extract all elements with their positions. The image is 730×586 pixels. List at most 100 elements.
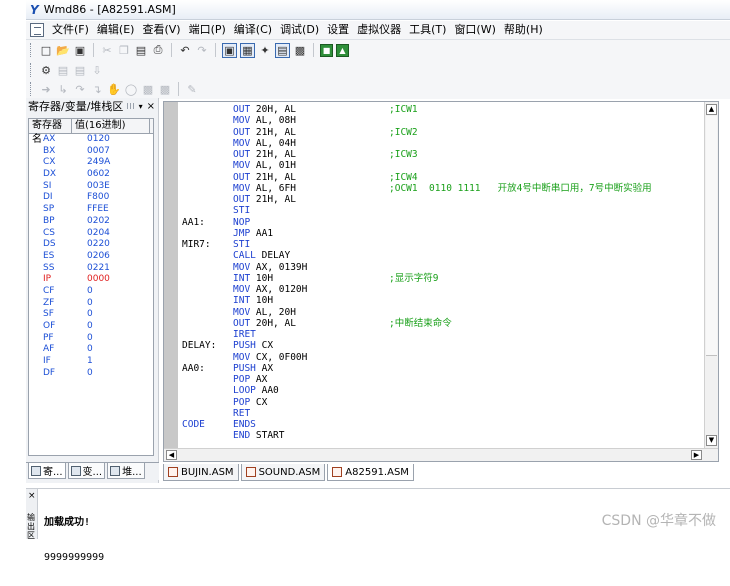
code-line[interactable]: OUT 20H, AL ;ICW1 — [182, 104, 702, 115]
menu-view[interactable]: 查看(V) — [138, 21, 184, 39]
register-value[interactable]: FFEE — [83, 204, 109, 216]
register-row-es[interactable]: ES 0206 — [29, 251, 153, 263]
step-over-icon[interactable]: ↷ — [73, 82, 87, 96]
output-window-icon[interactable]: ▤ — [275, 42, 290, 58]
tab-registers[interactable]: 寄... — [28, 463, 66, 479]
compile-icon[interactable]: ■ — [320, 43, 333, 57]
watch-icon[interactable]: ✎ — [185, 82, 199, 96]
run-icon[interactable]: ▲ — [336, 43, 349, 57]
register-value[interactable]: 0206 — [83, 251, 110, 263]
scroll-right-icon[interactable]: ▶ — [691, 450, 702, 460]
menu-file[interactable]: 文件(F) — [48, 21, 93, 39]
editor-gutter[interactable] — [164, 102, 178, 461]
reset-icon[interactable]: ▩ — [141, 82, 155, 96]
code-line[interactable]: RET — [182, 408, 702, 419]
register-value[interactable]: 249A — [83, 157, 110, 169]
undo-icon[interactable]: ↶ — [178, 43, 192, 57]
column-header-register-name[interactable]: 寄存器名 — [29, 119, 72, 145]
code-line[interactable]: AA0: PUSH AX — [182, 363, 702, 374]
print-icon[interactable]: ⎙ — [151, 43, 165, 57]
panel-drag-grip[interactable] — [127, 103, 135, 109]
menu-debug[interactable]: 调试(D) — [276, 21, 323, 39]
code-line[interactable]: POP AX — [182, 374, 702, 385]
code-line[interactable]: OUT 21H, AL — [182, 194, 702, 205]
build-icon[interactable]: ▤ — [73, 63, 87, 77]
register-value[interactable]: 0 — [83, 309, 93, 321]
file-tab-bujin-asm[interactable]: BUJIN.ASM — [163, 464, 239, 481]
code-line[interactable]: MOV AX, 0139H — [182, 262, 702, 273]
register-value[interactable]: 1 — [83, 356, 93, 368]
register-row-bp[interactable]: BP 0202 — [29, 216, 153, 228]
menu-virtual-instruments[interactable]: 虚拟仪器 — [353, 21, 405, 39]
toolbar-grip[interactable] — [30, 43, 33, 57]
register-row-sp[interactable]: SP FFEE — [29, 204, 153, 216]
register-value[interactable]: 0220 — [83, 239, 110, 251]
register-value[interactable]: 0 — [83, 344, 93, 356]
menu-edit[interactable]: 编辑(E) — [93, 21, 139, 39]
code-line[interactable]: IRET — [182, 329, 702, 340]
code-line[interactable]: CODE ENDS — [182, 419, 702, 430]
register-value[interactable]: 0602 — [83, 169, 110, 181]
menu-window[interactable]: 窗口(W) — [450, 21, 499, 39]
scroll-up-icon[interactable]: ▲ — [706, 104, 717, 115]
register-value[interactable]: 0221 — [83, 263, 110, 275]
code-editor[interactable]: OUT 20H, AL ;ICW1 MOV AL, 08H OUT 21H, AL ;ICW2… — [163, 101, 719, 462]
tab-variables[interactable]: 变... — [67, 463, 106, 479]
memory-window-icon[interactable]: ▩ — [293, 43, 307, 57]
cut-icon[interactable]: ✂ — [100, 43, 114, 57]
registers-icon[interactable]: ✦ — [258, 43, 272, 57]
scroll-left-icon[interactable]: ◀ — [166, 450, 177, 460]
register-row-si[interactable]: SI 003E — [29, 181, 153, 193]
toolbar-grip[interactable] — [30, 82, 33, 96]
vertical-scrollbar[interactable]: ▲ ▼ — [704, 102, 718, 448]
file-tab-sound-asm[interactable]: SOUND.ASM — [240, 464, 326, 481]
code-text[interactable]: OUT 20H, AL ;ICW1 MOV AL, 08H OUT 21H, AL ;ICW2… — [182, 104, 702, 442]
code-line[interactable]: MOV AL, 6FH ;OCW1 0110 1111 开放4号中断串口用，7号中断… — [182, 183, 702, 194]
code-line[interactable]: OUT 21H, AL ;ICW4 — [182, 172, 702, 183]
register-row-sf[interactable]: SF 0 — [29, 309, 153, 321]
register-row-ax[interactable]: AX 0120 — [29, 134, 153, 146]
code-line[interactable]: AA1: NOP — [182, 217, 702, 228]
register-row-cs[interactable]: CS 0204 — [29, 228, 153, 240]
register-row-of[interactable]: OF 0 — [29, 321, 153, 333]
register-value[interactable]: 0120 — [83, 134, 110, 146]
register-value[interactable]: 0 — [83, 368, 93, 380]
paste-icon[interactable]: ▤ — [134, 43, 148, 57]
go-icon[interactable]: ➜ — [39, 82, 53, 96]
register-row-dx[interactable]: DX 0602 — [29, 169, 153, 181]
document-icon[interactable] — [30, 23, 44, 37]
scroll-down-icon[interactable]: ▼ — [706, 435, 717, 446]
scroll-thumb[interactable] — [706, 116, 717, 356]
menu-help[interactable]: 帮助(H) — [500, 21, 547, 39]
panel-options-icon[interactable]: ▾ — [139, 102, 143, 111]
code-line[interactable]: END START — [182, 430, 702, 441]
register-row-di[interactable]: DI F800 — [29, 192, 153, 204]
code-line[interactable]: OUT 20H, AL ;中断结束命令 — [182, 318, 702, 329]
code-line[interactable]: POP CX — [182, 397, 702, 408]
new-file-icon[interactable]: □ — [39, 43, 53, 57]
link-icon[interactable]: ▤ — [56, 63, 70, 77]
code-line[interactable]: MOV AX, 0120H — [182, 284, 702, 295]
register-value[interactable]: 0007 — [83, 146, 110, 158]
register-row-af[interactable]: AF 0 — [29, 344, 153, 356]
register-value[interactable]: 0204 — [83, 228, 110, 240]
code-line[interactable]: JMP AA1 — [182, 228, 702, 239]
close-icon[interactable]: × — [147, 101, 155, 112]
step-out-icon[interactable]: ↴ — [90, 82, 104, 96]
register-value[interactable]: 0 — [83, 321, 93, 333]
debug-window-icon[interactable]: ▦ — [240, 42, 255, 58]
register-value[interactable]: 0 — [83, 298, 93, 310]
register-row-ds[interactable]: DS 0220 — [29, 239, 153, 251]
register-value[interactable]: 0000 — [83, 274, 110, 286]
tab-stack[interactable]: 堆... — [107, 463, 145, 479]
code-line[interactable]: INT 10H — [182, 295, 702, 306]
register-value[interactable]: F800 — [83, 192, 109, 204]
column-header-value-hex[interactable]: 值(16进制) — [72, 119, 150, 133]
open-folder-icon[interactable]: 📂 — [56, 43, 70, 57]
register-row-cx[interactable]: CX 249A — [29, 157, 153, 169]
register-value[interactable]: 003E — [83, 181, 110, 193]
copy-icon[interactable]: ❐ — [117, 43, 131, 57]
stop-hand-icon[interactable]: ✋ — [107, 82, 121, 96]
code-line[interactable]: MOV CX, 0F00H — [182, 352, 702, 363]
register-value[interactable]: 0 — [83, 333, 93, 345]
